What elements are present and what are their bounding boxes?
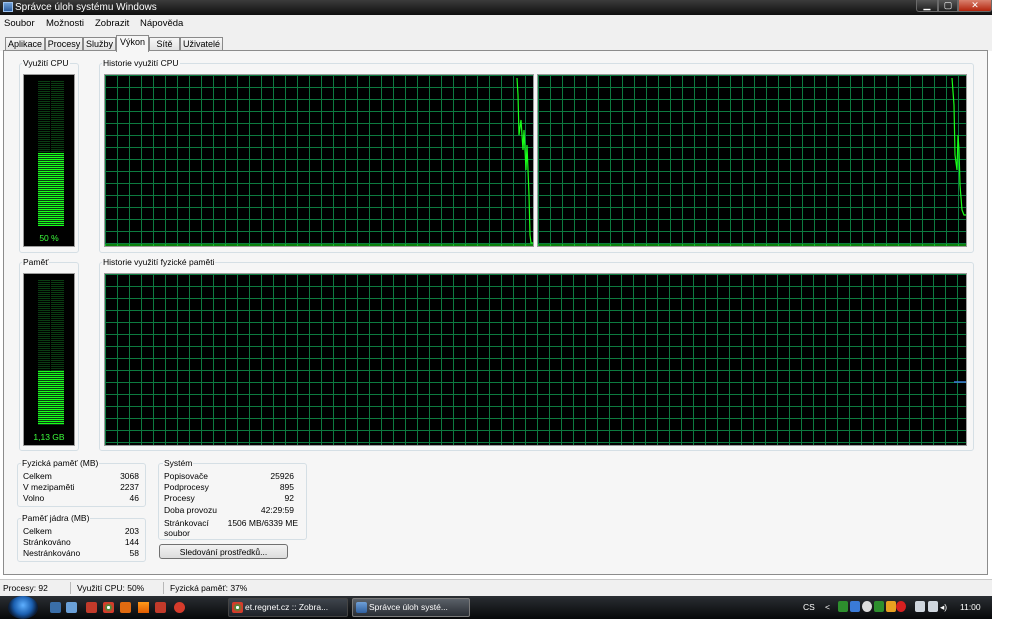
title-bar[interactable]: Správce úloh systému Windows ▁ ▢ ✕	[0, 0, 992, 15]
system-label: Systém	[163, 458, 194, 468]
memory-meter-fill	[38, 371, 64, 425]
kernel-memory-paged-value: 144	[124, 537, 139, 547]
vlc-icon[interactable]	[138, 602, 149, 613]
cpu-history-label: Historie využití CPU	[102, 58, 180, 68]
memory-usage-value: 1,13 GB	[33, 432, 65, 442]
system-pagefile-label: Stránkovací	[164, 518, 209, 528]
quicklaunch-app-2-icon[interactable]	[155, 602, 166, 613]
taskbar-button-chrome[interactable]: et.regnet.cz :: Zobra...	[228, 598, 348, 617]
system-pagefile-value: 1506 MB/6339 ME	[227, 518, 298, 528]
quicklaunch-app-icon[interactable]	[86, 602, 97, 613]
status-separator-1	[70, 582, 71, 594]
tab-site[interactable]: Sítě	[149, 37, 180, 50]
tray-network-app-icon[interactable]	[874, 601, 884, 612]
cpu-core-1-line-chart	[105, 77, 533, 246]
volume-icon[interactable]: ◂)	[940, 602, 947, 613]
system-uptime-value: 42:29:59	[260, 505, 294, 515]
kernel-memory-paged-label: Stránkováno	[23, 537, 71, 547]
maximize-button[interactable]: ▢	[938, 0, 958, 12]
cpu-core-2-line-chart	[538, 77, 966, 246]
tab-strip: Aplikace Procesy Služby Výkon Sítě Uživa…	[0, 31, 992, 52]
tray-blue-icon[interactable]	[850, 601, 860, 612]
physical-memory-label: Fyzická paměť (MB)	[21, 458, 100, 468]
system-threads-value: 895	[279, 482, 294, 492]
cpu-usage-meter: 50 %	[23, 74, 75, 247]
memory-meter: 1,13 GB	[23, 273, 75, 446]
minimize-button[interactable]: ▁	[916, 0, 938, 12]
cpu-history-graph-core-2	[537, 74, 967, 247]
physical-memory-total-value: 3068	[120, 471, 139, 481]
physical-memory-cached-label: V mezipaměti	[23, 482, 75, 492]
quicklaunch-app-3-icon[interactable]	[174, 602, 185, 613]
rss-icon[interactable]	[120, 602, 131, 613]
physical-memory-free-value: 46	[129, 493, 139, 503]
taskbar-clock[interactable]: 11:00	[960, 602, 981, 612]
kernel-memory-total-label: Celkem	[23, 526, 52, 536]
kernel-memory-nonpaged-label: Nestránkováno	[23, 548, 81, 558]
tray-green-icon[interactable]	[838, 601, 848, 612]
memory-history-graph	[104, 273, 967, 446]
memory-history-label: Historie využití fyzické paměti	[102, 257, 216, 267]
language-indicator[interactable]: CS	[803, 602, 815, 612]
status-memory: Fyzická paměť: 37%	[170, 583, 248, 593]
system-pagefile-label-line2: soubor	[164, 528, 190, 538]
memory-history-chart	[954, 381, 966, 383]
menu-napoveda[interactable]: Nápověda	[140, 18, 183, 29]
status-processes: Procesy: 92	[3, 583, 48, 593]
cpu-usage-value: 50 %	[39, 233, 59, 243]
menu-moznosti[interactable]: Možnosti	[46, 18, 84, 29]
tab-vykon[interactable]: Výkon	[116, 35, 149, 52]
tab-uzivatele[interactable]: Uživatelé	[180, 37, 223, 50]
start-orb-icon[interactable]	[8, 596, 38, 619]
menu-zobrazit[interactable]: Zobrazit	[95, 18, 129, 29]
taskbar-button-chrome-label: et.regnet.cz :: Zobra...	[245, 602, 329, 612]
window-title: Správce úloh systému Windows	[15, 2, 157, 13]
close-button[interactable]: ✕	[958, 0, 992, 12]
system-handles-label: Popisovače	[164, 471, 208, 481]
cpu-meter-fill	[38, 153, 64, 226]
tray-antivirus-icon[interactable]	[896, 601, 906, 612]
switch-windows-icon[interactable]	[66, 602, 77, 613]
show-desktop-icon[interactable]	[50, 602, 61, 613]
taskbar-button-task-manager-label: Správce úloh systé...	[369, 602, 448, 612]
task-manager-icon	[356, 602, 367, 613]
tray-update-icon[interactable]	[886, 601, 896, 612]
physical-memory-cached-value: 2237	[120, 482, 139, 492]
chrome-icon[interactable]	[103, 602, 114, 613]
system-threads-label: Podprocesy	[164, 482, 209, 492]
system-processes-value: 92	[284, 493, 294, 503]
physical-memory-free-label: Volno	[23, 493, 45, 503]
status-cpu: Využití CPU: 50%	[77, 583, 145, 593]
taskbar: et.regnet.cz :: Zobra... Správce úloh sy…	[0, 596, 992, 619]
cpu-core-1-line	[516, 77, 533, 244]
memory-label: Paměť	[22, 257, 50, 267]
tray-power-icon[interactable]	[928, 601, 938, 612]
tab-procesy[interactable]: Procesy	[45, 37, 83, 50]
cpu-usage-label: Využití CPU	[22, 58, 70, 68]
tray-settings-icon[interactable]	[862, 601, 872, 612]
physical-memory-total-label: Celkem	[23, 471, 52, 481]
system-processes-label: Procesy	[164, 493, 195, 503]
tab-aplikace[interactable]: Aplikace	[5, 37, 45, 50]
tab-sluzby[interactable]: Služby	[83, 37, 116, 50]
cpu-history-graph-core-1	[104, 74, 534, 247]
chrome-icon	[232, 602, 243, 613]
taskbar-button-task-manager[interactable]: Správce úloh systé...	[352, 598, 470, 617]
kernel-memory-nonpaged-value: 58	[129, 548, 139, 558]
status-bar: Procesy: 92 Využití CPU: 50% Fyzická pam…	[0, 579, 992, 596]
system-uptime-label: Doba provozu	[164, 505, 217, 515]
show-hidden-icons-icon[interactable]: <	[825, 602, 830, 612]
menu-bar: Soubor Možnosti Zobrazit Nápověda	[0, 15, 992, 31]
kernel-memory-label: Paměť jádra (MB)	[21, 513, 91, 523]
status-separator-2	[163, 582, 164, 594]
task-manager-icon	[3, 2, 13, 12]
resource-monitor-button[interactable]: Sledování prostředků...	[159, 544, 288, 559]
cpu-core-2-line	[951, 77, 966, 216]
system-handles-value: 25926	[270, 471, 294, 481]
menu-soubor[interactable]: Soubor	[4, 18, 35, 29]
tray-network-icon[interactable]	[915, 601, 925, 612]
kernel-memory-total-value: 203	[124, 526, 139, 536]
